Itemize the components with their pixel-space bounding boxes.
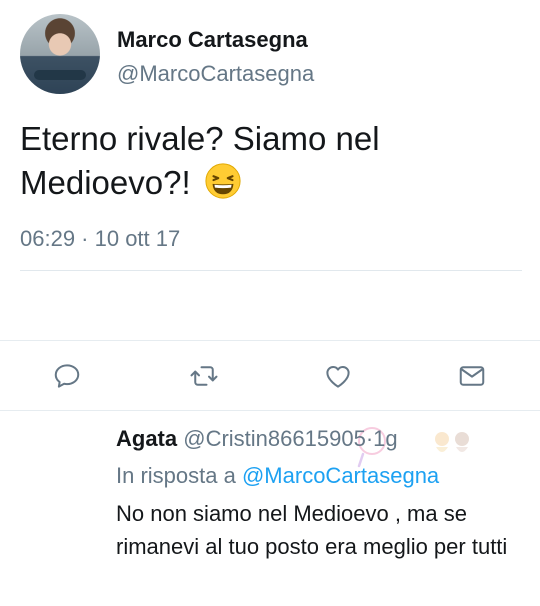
reply-context-mention[interactable]: @MarcoCartasegna	[242, 463, 439, 488]
reply-context: In risposta a @MarcoCartasegna	[116, 463, 439, 489]
mail-icon	[459, 366, 485, 386]
comment-icon	[54, 364, 80, 388]
reply-button[interactable]	[49, 358, 85, 394]
like-button[interactable]	[320, 358, 356, 394]
tweet-actions	[0, 350, 540, 400]
reply-author-name[interactable]: Agata	[116, 426, 177, 451]
retweet-button[interactable]	[186, 358, 222, 394]
reply-author-handle[interactable]: @Cristin86615905	[183, 426, 366, 451]
heart-icon	[326, 366, 350, 388]
reply-header: Agata @Cristin86615905·1g	[116, 426, 398, 452]
main-tweet: Marco Cartasegna @MarcoCartasegna Eterno…	[0, 0, 540, 410]
retweet-icon	[190, 366, 218, 386]
share-button[interactable]	[454, 358, 490, 394]
tweet-text: Eterno rivale? Siamo nel Medioevo?!	[20, 117, 520, 205]
reply-text: No non siamo nel Medioevo , ma se rimane…	[116, 501, 508, 559]
avatar-figure	[34, 70, 86, 80]
author-display-name[interactable]: Marco Cartasegna	[117, 27, 308, 53]
tweet-timestamp[interactable]: 06:29 · 10 ott 17	[20, 226, 180, 252]
divider	[0, 340, 540, 341]
grinning-squinting-face-emoji-icon	[205, 163, 241, 199]
tweet-text-content: Eterno rivale? Siamo nel Medioevo?!	[20, 120, 380, 201]
author-handle[interactable]: @MarcoCartasegna	[117, 61, 314, 87]
author-avatar[interactable]	[20, 14, 100, 94]
reply-age: 1g	[373, 426, 398, 451]
divider	[20, 270, 522, 271]
reply-tweet[interactable]: Agata @Cristin86615905·1g In risposta a …	[0, 411, 540, 606]
reply-context-prefix: In risposta a	[116, 463, 236, 488]
